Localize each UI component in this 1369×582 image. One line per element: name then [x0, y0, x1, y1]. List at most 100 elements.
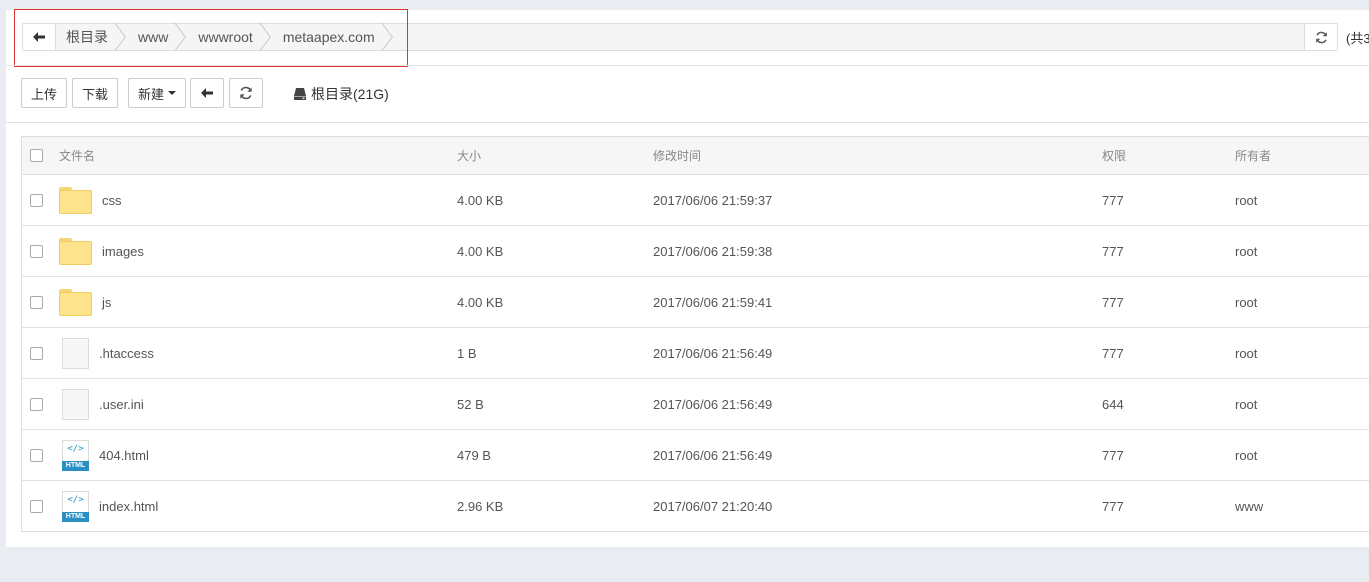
disk-info[interactable]: 根目录(21G) — [293, 84, 389, 104]
arrow-left-icon — [201, 88, 213, 98]
permission-cell[interactable]: 777 — [1102, 481, 1124, 532]
row-select-cell — [30, 379, 43, 429]
html-file-icon: </> HTML — [62, 491, 89, 522]
path-back-button[interactable] — [23, 24, 56, 50]
table-row[interactable]: </> HTML 404.html 479 B 2017/06/06 21:56:49 7… — [22, 430, 1369, 481]
row-select-cell — [30, 277, 43, 327]
html-icon-code: </> — [67, 443, 84, 454]
file-count-text: (共3 — [1346, 31, 1369, 46]
file-table: 文件名 大小 修改时间 权限 所有者 css 4.00 KB 2017/06/06 … — [21, 136, 1369, 532]
permission-cell[interactable]: 777 — [1102, 175, 1124, 225]
row-select-cell — [30, 175, 43, 225]
header-mtime[interactable]: 修改时间 — [653, 137, 701, 174]
back-button[interactable] — [190, 78, 224, 108]
file-name[interactable]: .htaccess — [99, 346, 154, 361]
table-row[interactable]: </> HTML index.html 2.96 KB 2017/06/07 21:20… — [22, 481, 1369, 532]
row-checkbox[interactable] — [30, 346, 43, 360]
size-cell: 2.96 KB — [457, 499, 504, 514]
size-cell: 4.00 KB — [457, 294, 504, 310]
owner-cell[interactable]: root — [1235, 379, 1257, 429]
row-checkbox[interactable] — [30, 193, 43, 207]
name-cell[interactable]: css — [59, 175, 122, 225]
row-select-cell — [30, 328, 43, 378]
row-checkbox[interactable] — [30, 244, 43, 258]
table-row[interactable]: images 4.00 KB 2017/06/06 21:59:38 777 root — [22, 226, 1369, 277]
owner-cell[interactable]: root — [1235, 430, 1257, 480]
file-name[interactable]: index.html — [99, 499, 158, 514]
row-checkbox[interactable] — [30, 295, 43, 309]
hard-drive-icon — [294, 88, 306, 100]
row-checkbox[interactable] — [30, 397, 43, 411]
mtime-cell: 2017/06/06 21:56:49 — [653, 447, 773, 463]
file-name[interactable]: js — [102, 295, 111, 310]
mtime-cell: 2017/06/06 21:59:37 — [653, 192, 773, 208]
divider — [6, 65, 1369, 66]
permission-cell[interactable]: 777 — [1102, 277, 1124, 327]
name-cell[interactable]: .htaccess — [59, 328, 154, 378]
owner-cell[interactable]: root — [1235, 328, 1257, 378]
header-permission[interactable]: 权限 — [1102, 137, 1126, 174]
breadcrumb-item[interactable]: 根目录 — [56, 24, 128, 50]
row-checkbox[interactable] — [30, 500, 43, 513]
size-cell: 4.00 KB — [457, 192, 504, 208]
html-file-icon: </> HTML — [62, 439, 89, 471]
permission-cell[interactable]: 777 — [1102, 328, 1124, 378]
size-cell: 52 B — [457, 396, 484, 412]
name-cell[interactable]: </> HTML 404.html — [59, 430, 149, 480]
header-owner[interactable]: 所有者 — [1235, 137, 1271, 174]
name-cell[interactable]: images — [59, 226, 144, 276]
file-name[interactable]: 404.html — [99, 448, 149, 463]
row-select-cell — [30, 226, 43, 276]
breadcrumb-item[interactable]: www — [128, 24, 188, 50]
table-row[interactable]: css 4.00 KB 2017/06/06 21:59:37 777 root — [22, 175, 1369, 226]
mtime-cell: 2017/06/06 21:59:38 — [653, 243, 773, 259]
folder-icon — [59, 288, 92, 316]
mtime-cell: 2017/06/06 21:59:41 — [653, 294, 773, 310]
name-cell[interactable]: .user.ini — [59, 379, 144, 429]
permission-cell[interactable]: 777 — [1102, 430, 1124, 480]
mtime-cell: 2017/06/07 21:20:40 — [653, 499, 773, 514]
upload-button[interactable]: 上传 — [21, 78, 67, 108]
html-icon-badge: HTML — [62, 460, 89, 471]
row-select-cell — [30, 430, 43, 480]
file-name[interactable]: css — [102, 193, 122, 208]
owner-cell[interactable]: www — [1235, 481, 1263, 532]
row-checkbox[interactable] — [30, 448, 43, 462]
breadcrumb-item[interactable]: metaapex.com — [273, 24, 395, 50]
name-cell[interactable]: </> HTML index.html — [59, 481, 158, 532]
permission-cell[interactable]: 777 — [1102, 226, 1124, 276]
mtime-cell: 2017/06/06 21:56:49 — [653, 345, 773, 361]
disk-label: 根目录(21G) — [311, 86, 389, 102]
table-row[interactable]: .htaccess 1 B 2017/06/06 21:56:49 777 root — [22, 328, 1369, 379]
file-name[interactable]: images — [102, 244, 144, 259]
breadcrumb-item[interactable]: wwwroot — [188, 24, 272, 50]
folder-icon — [59, 186, 92, 214]
html-icon-badge: HTML — [62, 512, 89, 522]
header-size[interactable]: 大小 — [457, 137, 481, 174]
refresh-button[interactable] — [229, 78, 263, 108]
arrow-left-icon — [33, 32, 45, 42]
download-button[interactable]: 下载 — [72, 78, 118, 108]
row-select-cell — [30, 481, 43, 532]
file-name[interactable]: .user.ini — [99, 397, 144, 412]
new-dropdown-button[interactable]: 新建 — [128, 78, 186, 108]
folder-icon — [59, 237, 92, 265]
owner-cell[interactable]: root — [1235, 175, 1257, 225]
table-row[interactable]: .user.ini 52 B 2017/06/06 21:56:49 644 root — [22, 379, 1369, 430]
permission-cell[interactable]: 644 — [1102, 379, 1124, 429]
select-all-cell — [30, 137, 43, 174]
owner-cell[interactable]: root — [1235, 277, 1257, 327]
path-refresh-button[interactable] — [1304, 24, 1337, 50]
html-icon-code: </> — [67, 495, 84, 505]
name-cell[interactable]: js — [59, 277, 111, 327]
path-bar: 根目录 www wwwroot metaapex.com — [22, 23, 1338, 51]
table-row[interactable]: js 4.00 KB 2017/06/06 21:59:41 777 root — [22, 277, 1369, 328]
mtime-cell: 2017/06/06 21:56:49 — [653, 396, 773, 412]
size-cell: 1 B — [457, 345, 477, 361]
header-name[interactable]: 文件名 — [59, 137, 95, 174]
owner-cell[interactable]: root — [1235, 226, 1257, 276]
file-icon — [62, 388, 89, 420]
new-button-label: 新建 — [137, 86, 164, 102]
caret-down-icon — [168, 91, 176, 95]
select-all-checkbox[interactable] — [30, 149, 43, 162]
